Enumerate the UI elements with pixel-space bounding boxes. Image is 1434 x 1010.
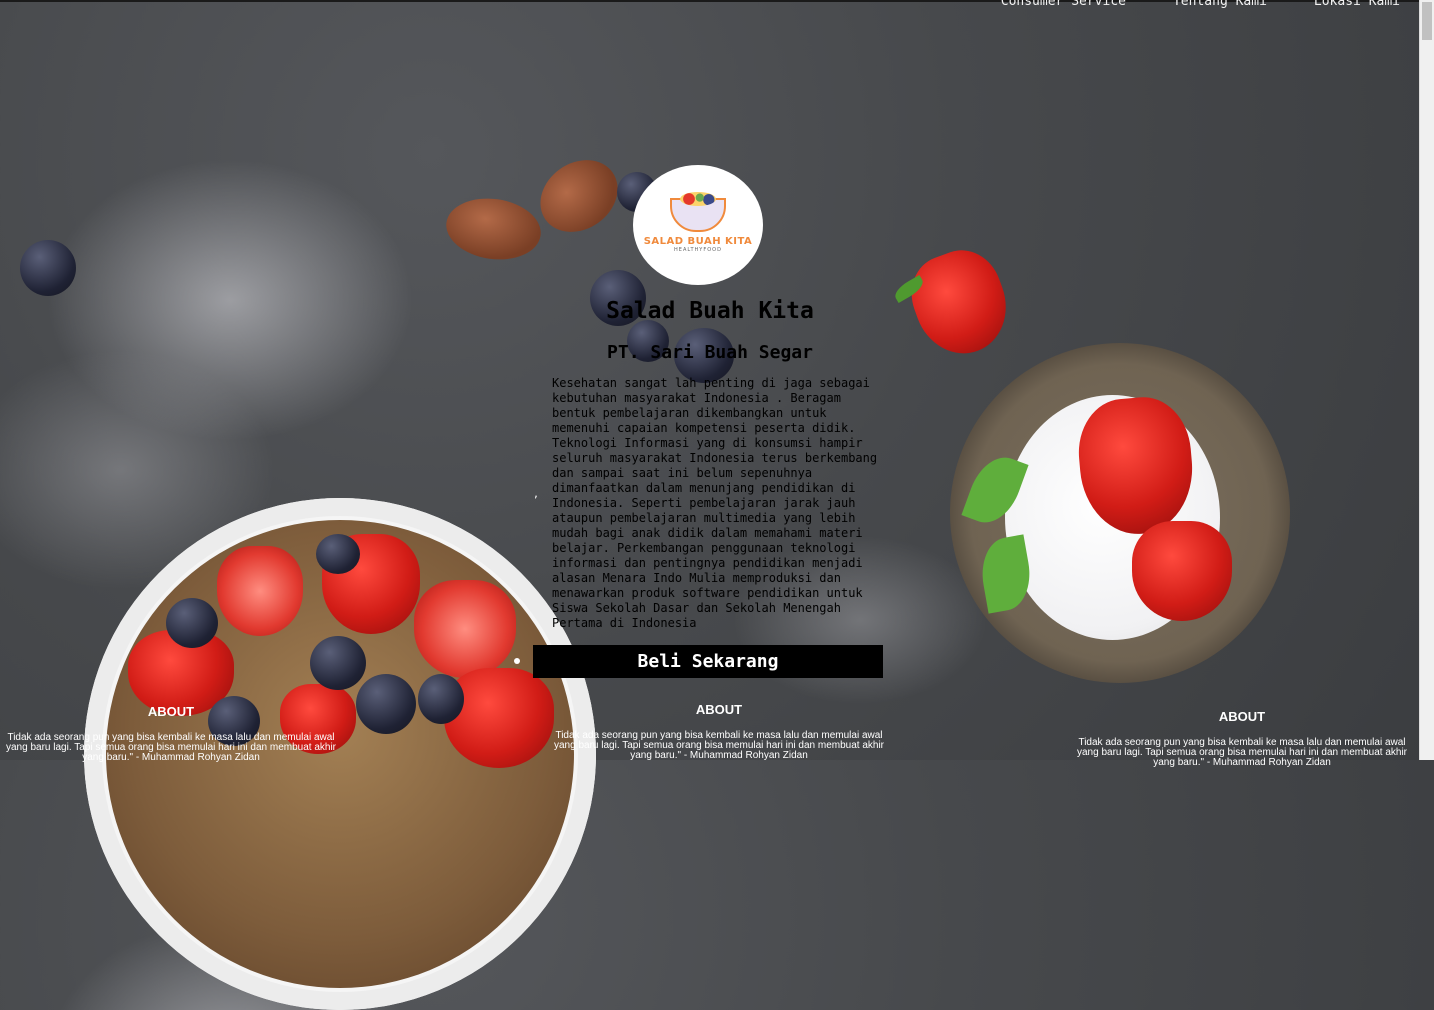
salad-bowl-icon — [670, 191, 726, 232]
about-section: ABOUT Tidak ada seorang pun yang bisa ke… — [1073, 709, 1411, 768]
blueberry-decoration — [310, 636, 366, 690]
buy-now-button[interactable]: Beli Sekarang — [533, 645, 883, 678]
scrollbar-thumb[interactable] — [1422, 2, 1432, 40]
company-name: PT. Sari Buah Segar — [607, 342, 813, 363]
bullet-dot — [514, 658, 520, 664]
strawberry-decoration — [1132, 521, 1232, 621]
strawberry-decoration — [217, 546, 303, 636]
almond-decoration — [526, 145, 632, 247]
strawberry-decoration — [444, 668, 554, 768]
about-heading: ABOUT — [1218, 709, 1266, 724]
brand-logo: SALAD BUAH KITA HEALTHYFOOD — [633, 165, 763, 285]
nav-consumer-service[interactable]: Consumer Service — [1001, 0, 1126, 9]
nav-lokasi-kami[interactable]: Lokasi Kami — [1314, 0, 1400, 9]
about-heading: ABOUT — [695, 702, 743, 717]
almond-decoration — [442, 192, 545, 266]
nav-tentang-kami[interactable]: Tentang Kami — [1173, 0, 1267, 9]
about-text: Tidak ada seorang pun yang bisa kembali … — [6, 732, 336, 763]
logo-tagline: HEALTHYFOOD — [674, 246, 722, 253]
blueberry-decoration — [418, 674, 464, 724]
about-heading: ABOUT — [147, 704, 195, 719]
blueberry-decoration — [316, 534, 360, 574]
logo-brand-text: SALAD BUAH KITA — [643, 235, 753, 247]
about-text: Tidak ada seorang pun yang bisa kembali … — [1077, 737, 1407, 768]
page-title: Salad Buah Kita — [606, 298, 814, 324]
about-text: Tidak ada seorang pun yang bisa kembali … — [554, 730, 884, 761]
about-section: ABOUT Tidak ada seorang pun yang bisa ke… — [550, 702, 888, 761]
stray-mark: , — [533, 489, 540, 500]
strawberry-decoration — [414, 580, 516, 678]
about-section: ABOUT Tidak ada seorang pun yang bisa ke… — [2, 704, 340, 763]
vertical-scrollbar[interactable] — [1419, 0, 1434, 760]
top-nav: Consumer Service Tentang Kami Lokasi Kam… — [1001, 0, 1400, 9]
blueberry-decoration — [356, 674, 416, 734]
description-paragraph: Kesehatan sangat lah penting di jaga seb… — [552, 376, 878, 630]
blueberry-decoration — [20, 240, 76, 296]
blueberry-decoration — [166, 598, 218, 648]
sugar-bowl-decoration — [950, 343, 1290, 683]
